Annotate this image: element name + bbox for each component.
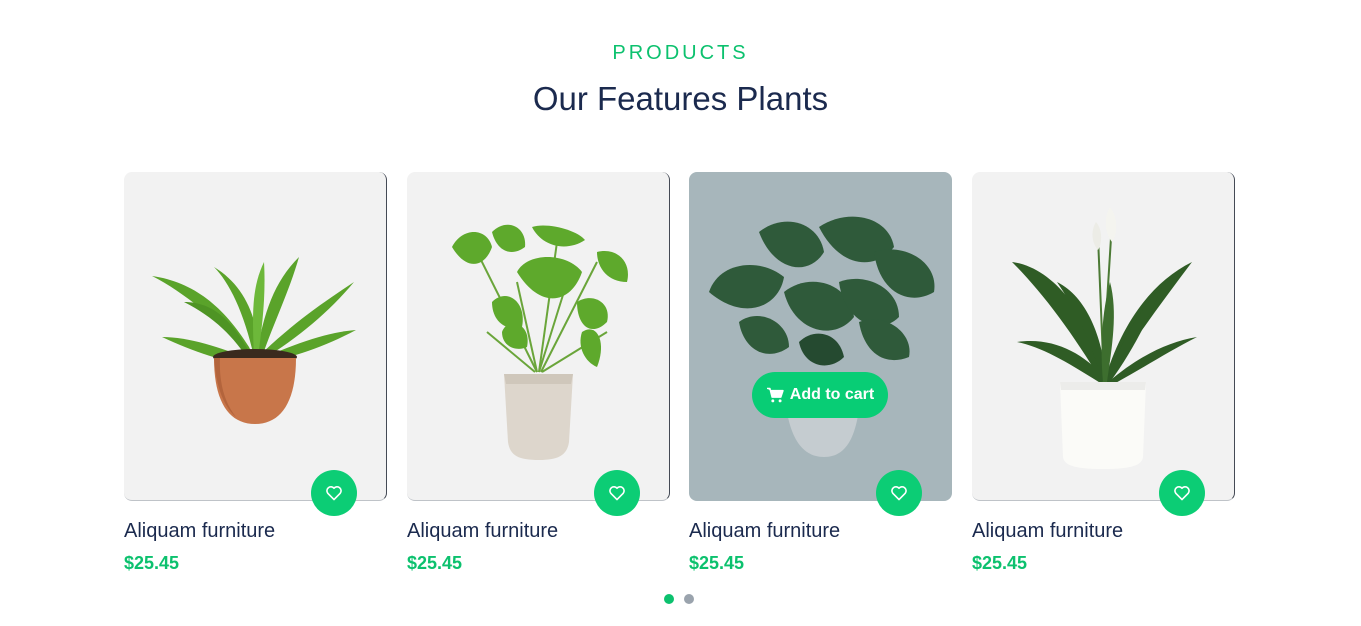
product-price: $25.45 — [972, 553, 1028, 573]
carousel-pagination — [664, 594, 694, 604]
heart-icon — [891, 486, 907, 501]
product-name[interactable]: Aliquam furniture — [124, 520, 275, 543]
add-to-cart-label: Add to cart — [789, 386, 875, 403]
heart-icon — [609, 486, 625, 501]
heart-icon — [326, 486, 342, 501]
monstera-icon — [709, 216, 935, 457]
product-image[interactable] — [124, 172, 387, 516]
peace-lily-icon — [1012, 207, 1197, 469]
product-card: Aliquam furniture $25.45 — [972, 172, 1235, 573]
product-price: $25.45 — [124, 553, 180, 573]
section-eyebrow: PRODUCTS — [612, 42, 749, 64]
product-price: $25.45 — [407, 553, 463, 573]
product-name[interactable]: Aliquam furniture — [407, 520, 558, 543]
product-card: Add to cart Aliquam furniture $25.45 — [689, 172, 952, 573]
product-price: $25.45 — [689, 553, 745, 573]
product-card: Aliquam furniture $25.45 — [407, 172, 670, 573]
product-card: Aliquam furniture $25.45 — [124, 172, 387, 573]
heart-icon — [1174, 486, 1190, 501]
caladium-icon — [452, 224, 628, 460]
product-image[interactable] — [407, 172, 670, 516]
wishlist-button[interactable] — [311, 470, 357, 516]
wishlist-button[interactable] — [1159, 470, 1205, 516]
product-image[interactable]: Add to cart — [689, 172, 952, 516]
add-to-cart-button[interactable]: Add to cart — [752, 372, 888, 418]
product-image[interactable] — [972, 172, 1235, 516]
product-name[interactable]: Aliquam furniture — [689, 520, 840, 543]
cart-icon — [766, 387, 784, 403]
wishlist-button[interactable] — [876, 470, 922, 516]
carousel-dot[interactable] — [684, 594, 694, 604]
product-name[interactable]: Aliquam furniture — [972, 520, 1123, 543]
birds-nest-fern-icon — [152, 257, 356, 424]
section-title: Our Features Plants — [532, 80, 829, 117]
carousel-dot[interactable] — [664, 594, 674, 604]
wishlist-button[interactable] — [594, 470, 640, 516]
